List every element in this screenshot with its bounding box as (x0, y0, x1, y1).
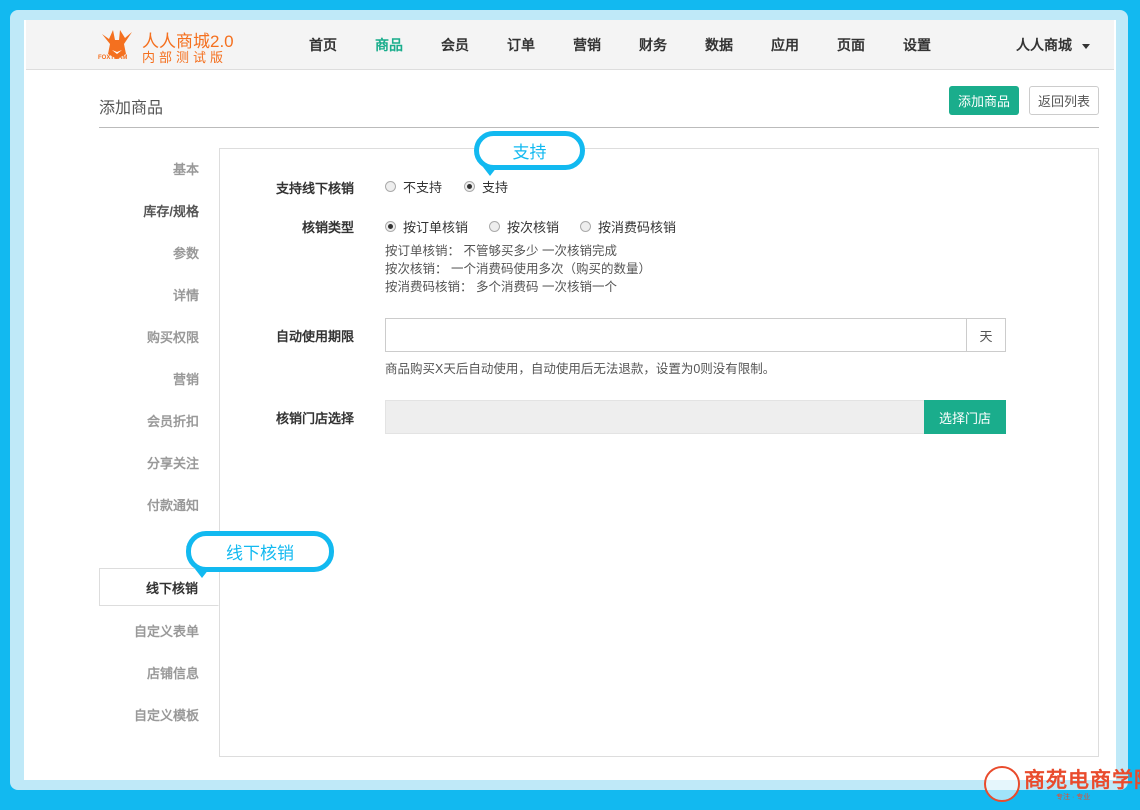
selected-stores-field (385, 400, 925, 434)
annotation-bubble-support: 支持 (474, 131, 585, 176)
nav-item-finance[interactable]: 财务 (639, 35, 667, 55)
watermark: 商苑电商学院 专注 · 专业 (984, 764, 1140, 806)
annotation-text: 线下核销 (226, 544, 294, 563)
offline-support-label: 支持线下核销 (275, 181, 354, 196)
radio-label: 按消费码核销 (598, 220, 677, 235)
tab-share-follow[interactable]: 分享关注 (99, 443, 219, 481)
logo-brand: FOXTEAM (98, 55, 128, 61)
radio-label: 不支持 (403, 180, 443, 195)
tab-detail[interactable]: 详情 (99, 275, 219, 313)
nav-item-data[interactable]: 数据 (705, 35, 733, 55)
bubble-tail (195, 569, 209, 578)
radio-circle (385, 181, 396, 192)
title-divider (99, 127, 1099, 128)
nav-item-order[interactable]: 订单 (507, 35, 535, 55)
tab-stock-spec[interactable]: 库存/规格 (99, 191, 219, 229)
annotation-text: 支持 (512, 143, 547, 162)
tab-marketing[interactable]: 营销 (99, 359, 219, 397)
nav-item-settings[interactable]: 设置 (903, 35, 931, 55)
radio-circle-checked (464, 181, 475, 192)
app-window: 人人商城2.0 内部测试版 FOXTEAM 首页 商品 会员 订单 营销 财务 … (24, 20, 1116, 780)
nav-item-member[interactable]: 会员 (441, 35, 469, 55)
radio-not-support[interactable]: 不支持 (385, 177, 442, 196)
radio-verify-by-order[interactable]: 按订单核销 (385, 217, 468, 236)
page-title: 添加商品 (99, 100, 164, 117)
tab-basic[interactable]: 基本 (99, 149, 219, 187)
watermark-subtext: 专注 · 专业 (1056, 794, 1091, 801)
tab-custom-form[interactable]: 自定义表单 (99, 611, 219, 649)
radio-circle-checked (385, 221, 396, 232)
tab-content-panel (219, 148, 1099, 757)
days-unit-addon: 天 (966, 318, 1006, 352)
radio-label: 按订单核销 (403, 220, 469, 235)
radio-verify-by-code[interactable]: 按消费码核销 (580, 217, 676, 236)
auto-use-days-input[interactable] (385, 318, 967, 352)
tab-purchase-permission[interactable]: 购买权限 (99, 317, 219, 355)
select-store-button[interactable]: 选择门店 (924, 400, 1006, 434)
tab-custom-template[interactable]: 自定义模板 (99, 695, 219, 733)
logo-subtitle: 内部测试版 (142, 50, 228, 65)
nav-item-goods[interactable]: 商品 (375, 35, 403, 55)
logo[interactable]: 人人商城2.0 内部测试版 FOXTEAM (98, 26, 248, 66)
radio-circle (580, 221, 591, 232)
tab-payment-notice[interactable]: 付款通知 (99, 485, 219, 523)
radio-verify-by-count[interactable]: 按次核销 (489, 217, 559, 236)
back-to-list-button[interactable]: 返回列表 (1029, 86, 1099, 115)
auto-use-help: 商品购买X天后自动使用，自动使用后无法退款，设置为0则没有限制。 (385, 362, 776, 376)
verify-help-line: 按消费码核销： 多个消费码 一次核销一个 (385, 280, 617, 294)
auto-use-label: 自动使用期限 (275, 329, 354, 344)
store-select-label: 核销门店选择 (275, 411, 354, 426)
verify-type-label: 核销类型 (301, 220, 354, 235)
radio-label: 支持 (482, 180, 509, 195)
verify-help-line: 按订单核销： 不管够买多少 一次核销完成 (385, 244, 617, 258)
tab-member-discount[interactable]: 会员折扣 (99, 401, 219, 439)
add-goods-button[interactable]: 添加商品 (949, 86, 1019, 115)
watermark-text: 商苑电商学院 (1024, 767, 1140, 792)
nav-item-apps[interactable]: 应用 (771, 35, 799, 55)
radio-circle (489, 221, 500, 232)
verify-help-line: 按次核销： 一个消费码使用多次（购买的数量） (385, 262, 651, 276)
radio-support[interactable]: 支持 (464, 177, 508, 196)
tab-params[interactable]: 参数 (99, 233, 219, 271)
tab-store-info[interactable]: 店铺信息 (99, 653, 219, 691)
nav-item-marketing[interactable]: 营销 (573, 35, 601, 55)
user-menu[interactable]: 人人商城 (1016, 35, 1090, 55)
annotation-bubble-offline: 线下核销 (186, 531, 334, 578)
radio-label: 按次核销 (507, 220, 560, 235)
nav-item-home[interactable]: 首页 (309, 35, 337, 55)
user-name: 人人商城 (1016, 37, 1072, 53)
caret-down-icon (1082, 43, 1090, 49)
watermark-seal-icon (984, 766, 1020, 802)
bubble-tail (483, 167, 497, 176)
top-navbar: 人人商城2.0 内部测试版 FOXTEAM 首页 商品 会员 订单 营销 财务 … (26, 20, 1114, 70)
nav-item-pages[interactable]: 页面 (837, 35, 865, 55)
